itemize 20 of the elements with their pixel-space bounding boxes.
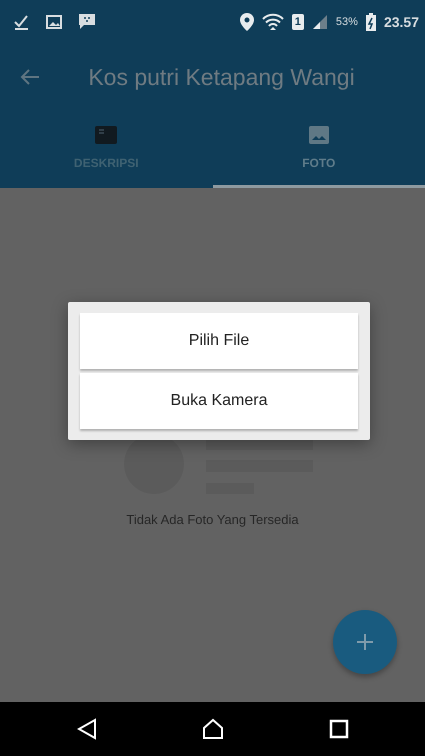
back-nav-icon[interactable]	[76, 718, 96, 740]
wifi-icon	[262, 13, 284, 31]
card-icon	[94, 124, 118, 146]
empty-message: Tidak Ada Foto Yang Tersedia	[125, 511, 300, 529]
screen-title: Kos putri Ketapang Wangi	[87, 62, 356, 92]
location-icon	[240, 13, 254, 31]
battery-level: 53%	[336, 14, 358, 30]
recents-icon[interactable]	[328, 719, 348, 739]
image-icon	[306, 124, 331, 146]
dialog-option[interactable]: Buka Kamera	[80, 373, 358, 429]
checkmark-icon	[14, 14, 30, 30]
chat-icon	[78, 13, 96, 31]
clock-time: 23.57	[384, 12, 419, 32]
dialog-option[interactable]: Pilih File	[80, 313, 358, 369]
home-icon[interactable]	[202, 718, 224, 740]
sim-icon: 1	[292, 14, 304, 30]
image-icon	[46, 14, 62, 30]
signal-icon	[312, 14, 328, 30]
plus-icon	[357, 634, 373, 650]
battery-icon	[366, 13, 376, 31]
